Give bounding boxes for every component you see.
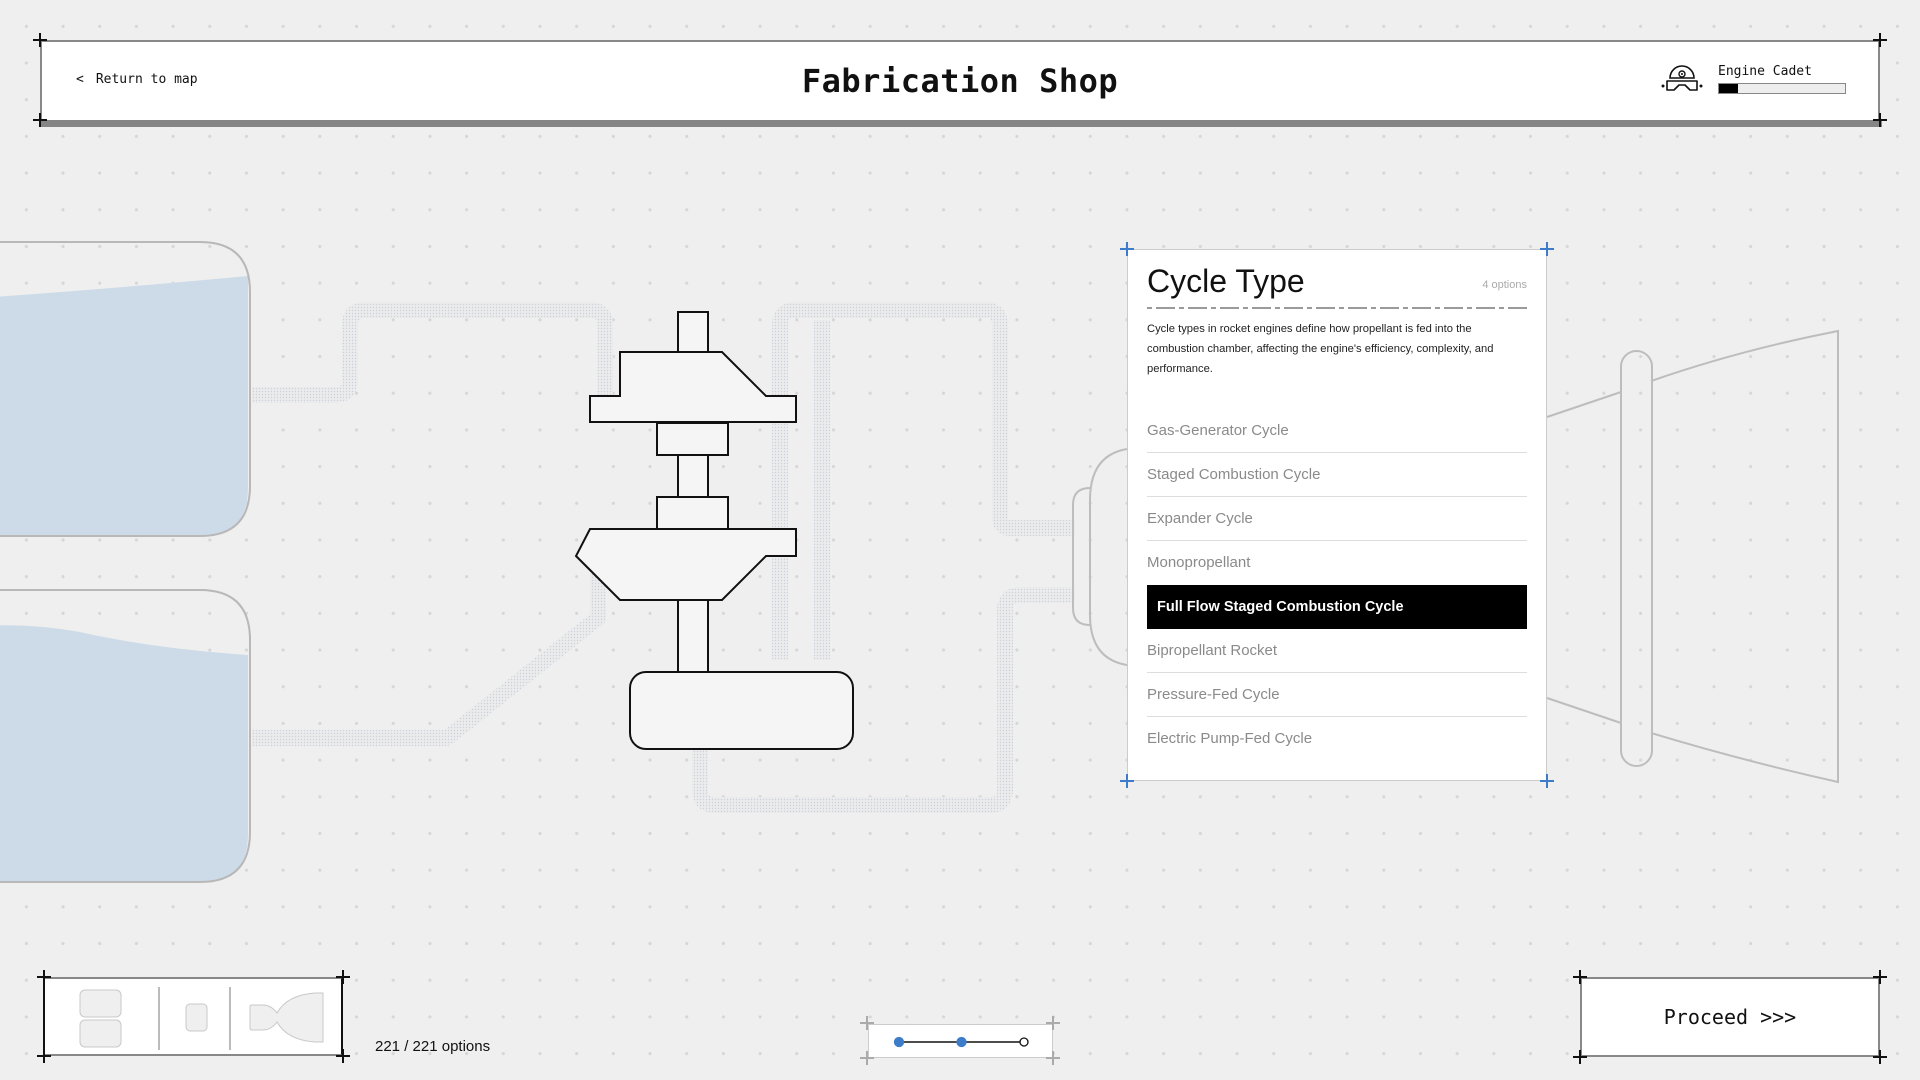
cycle-option[interactable]: Staged Combustion Cycle — [1147, 453, 1527, 498]
stepper-step-complete[interactable] — [893, 1036, 905, 1048]
pump-bottom-shaft — [677, 599, 709, 673]
pump-top-shaft — [677, 311, 709, 353]
header-shadow — [40, 120, 1882, 127]
cycle-option[interactable]: Expander Cycle — [1147, 497, 1527, 542]
upper-tank — [0, 241, 251, 537]
stepper-step-complete[interactable] — [956, 1036, 967, 1048]
pump-lower-impeller — [574, 528, 797, 601]
cycle-option[interactable]: Pressure-Fed Cycle — [1147, 673, 1527, 718]
rank-progress-bar — [1718, 83, 1846, 94]
panel-option-count: 4 options — [1482, 279, 1527, 292]
cycle-option[interactable]: Electric Pump-Fed Cycle — [1147, 717, 1527, 761]
minimap-engine[interactable] — [249, 992, 324, 1043]
rank-label: Engine Cadet — [1718, 64, 1812, 79]
turbopump[interactable] — [574, 311, 854, 750]
pipe-upper-tank-to-pump — [252, 302, 613, 403]
panel-title: Cycle Type — [1147, 263, 1305, 299]
proceed-label: Proceed >>> — [1663, 1005, 1797, 1029]
panel-divider — [1147, 307, 1527, 310]
pump-turbine-housing — [629, 671, 854, 750]
minimap-tanks[interactable] — [79, 989, 122, 1048]
cycle-option[interactable]: Monopropellant — [1147, 541, 1527, 585]
lower-tank — [0, 589, 251, 883]
cycle-option-list: Gas-Generator Cycle Staged Combustion Cy… — [1147, 409, 1527, 761]
rank-progress-fill — [1719, 84, 1738, 93]
stepper-step-pending[interactable] — [1019, 1037, 1029, 1047]
nozzle-ring — [1620, 350, 1653, 767]
page-title: Fabrication Shop — [801, 62, 1119, 100]
options-count: 221 / 221 options — [375, 1038, 491, 1055]
pipe-lower-tank-to-pump — [252, 563, 606, 746]
minimap-pump[interactable] — [185, 1003, 208, 1032]
pump-lower-bearing — [656, 496, 729, 530]
pump-mid-shaft — [677, 454, 709, 498]
cycle-type-panel: Cycle Type 4 options Cycle types in rock… — [1127, 249, 1547, 781]
cycle-option[interactable]: Gas-Generator Cycle — [1147, 409, 1527, 454]
nozzle — [1546, 329, 1839, 784]
panel-description: Cycle types in rocket engines define how… — [1147, 323, 1494, 376]
component-minimap — [43, 977, 343, 1056]
pump-upper-bearing — [656, 422, 729, 456]
cycle-option[interactable]: Bipropellant Rocket — [1147, 629, 1527, 674]
rank-indicator: Engine Cadet — [1660, 64, 1846, 94]
progress-stepper — [868, 1024, 1053, 1058]
pump-upper-impeller — [589, 351, 797, 423]
lower-tank-propellant — [0, 625, 248, 882]
engineer-goggles-icon — [1661, 65, 1703, 91]
proceed-button[interactable]: Proceed >>> — [1580, 977, 1880, 1057]
engine-diagram — [0, 241, 1839, 883]
header-bar: < Return to map Fabrication Shop Engine … — [40, 40, 1880, 120]
upper-tank-propellant — [0, 276, 248, 536]
cycle-option-selected[interactable]: Full Flow Staged Combustion Cycle — [1147, 585, 1527, 630]
